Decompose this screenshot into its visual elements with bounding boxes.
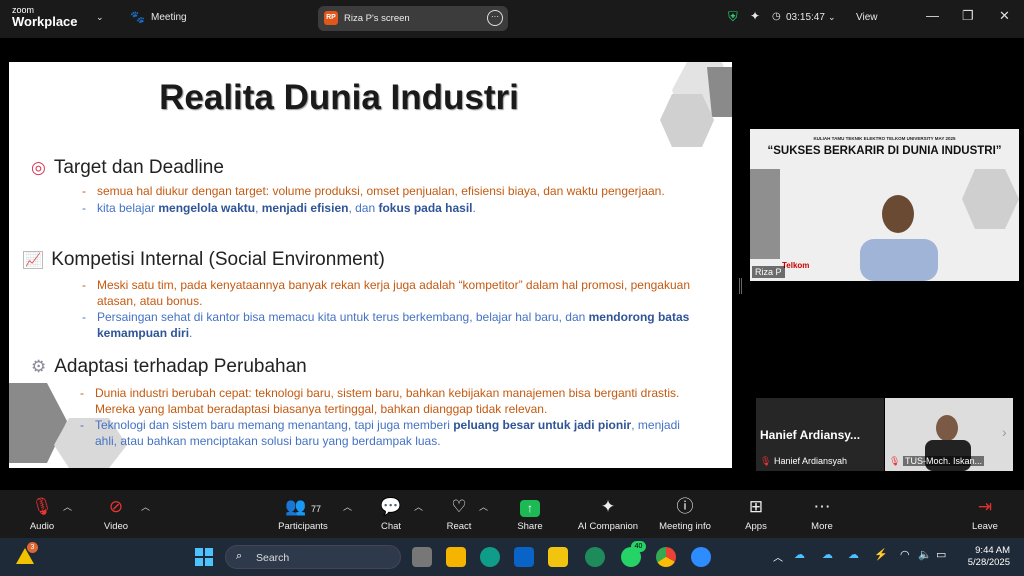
leave-icon: ⇥ bbox=[977, 497, 993, 516]
bullet-text: - Dunia industri berubah cepat: teknologi… bbox=[80, 386, 680, 416]
banner-title: “SUKSES BERKARIR DI DUNIA INDUSTRI” bbox=[767, 145, 1002, 157]
chevron-down-icon[interactable]: ⌄ bbox=[828, 12, 836, 23]
shared-slide: Realita Dunia Industri ◎ Target dan Dead… bbox=[9, 62, 732, 468]
screen-share-indicator[interactable]: RP Riza P's screen ··· bbox=[318, 6, 508, 31]
mic-muted-icon: 🎙 bbox=[760, 456, 772, 466]
participants-icon: 👥 77 bbox=[285, 497, 321, 516]
timer-icon: ◷ bbox=[772, 11, 781, 22]
vpn-icon[interactable]: ⚡ bbox=[874, 548, 888, 561]
task-view-icon[interactable] bbox=[412, 547, 432, 567]
resize-handle[interactable] bbox=[739, 278, 742, 294]
chevron-right-icon[interactable]: › bbox=[1002, 424, 1007, 440]
bullet-text: - Persaingan sehat di kantor bisa memacu … bbox=[82, 310, 690, 340]
sparkle-icon[interactable]: ✦ bbox=[750, 9, 760, 23]
telkom-logo: Telkom bbox=[782, 261, 810, 270]
wifi-icon[interactable]: ◠ bbox=[900, 548, 910, 561]
leave-button[interactable]: ⇥ Leave bbox=[947, 496, 1023, 532]
section-heading: 📈 Kompetisi Internal (Social Environment… bbox=[23, 249, 385, 270]
participant-name: Hanief Ardiansyah bbox=[774, 456, 848, 466]
meeting-toolbar: 🎙 Audio ︿ ⊘ Video ︿ 👥 77 Participants ︿ 💬 Ch… bbox=[0, 490, 1024, 538]
battery-icon[interactable]: ▭ bbox=[936, 548, 946, 561]
title-bar: zoom Workplace ⌄ 🐾 Meeting RP Riza P's s… bbox=[0, 0, 1024, 38]
apps-button[interactable]: ⊞ Apps bbox=[718, 496, 794, 532]
more-icon: ⋯ bbox=[813, 497, 831, 516]
section-heading: ◎ Target dan Deadline bbox=[31, 157, 224, 178]
meeting-info-button[interactable]: ⓘ Meeting info bbox=[647, 496, 723, 532]
participant-name: Riza P bbox=[752, 266, 785, 278]
participants-button[interactable]: 👥 77 Participants bbox=[265, 496, 341, 532]
chevron-up-icon[interactable]: ︿ bbox=[773, 549, 783, 564]
chevron-up-icon[interactable]: ︿ bbox=[343, 500, 352, 513]
more-button[interactable]: ⋯ More bbox=[784, 496, 860, 532]
ai-companion-button[interactable]: ✦ AI Companion bbox=[570, 496, 646, 532]
chevron-up-icon[interactable]: ︿ bbox=[63, 500, 72, 513]
participant-display-name: Hanief Ardiansy... bbox=[760, 428, 861, 442]
avatar: RP bbox=[324, 11, 338, 25]
onedrive-icon[interactable]: ☁ bbox=[822, 548, 833, 561]
search-icon: ⌕ bbox=[236, 550, 243, 562]
bullet-text: - semua hal diukur dengan target: volume … bbox=[82, 184, 665, 198]
target-icon: ◎ bbox=[31, 158, 46, 177]
chevron-up-icon[interactable]: ︿ bbox=[479, 500, 488, 513]
file-explorer-icon[interactable] bbox=[446, 547, 466, 567]
share-icon: ↑ bbox=[492, 496, 568, 518]
bullet-text: - Teknologi dan sistem baru memang menant… bbox=[80, 418, 680, 448]
windows-start-icon[interactable] bbox=[195, 548, 213, 566]
participant-tile[interactable]: 🎙 TUS-Moch. Iskan... bbox=[885, 398, 1013, 471]
shield-icon[interactable]: ⛨ bbox=[728, 9, 738, 25]
outlook-icon[interactable] bbox=[514, 547, 534, 567]
chevron-up-icon[interactable]: ︿ bbox=[141, 500, 150, 513]
minimize-icon[interactable]: — bbox=[926, 8, 939, 23]
close-icon[interactable]: ✕ bbox=[999, 8, 1010, 24]
gear-icon: ⚙ bbox=[31, 357, 47, 376]
system-clock[interactable]: 9:44 AM 5/28/2025 bbox=[968, 545, 1010, 569]
edge-icon[interactable] bbox=[480, 547, 500, 567]
taskbar-search[interactable]: ⌕ Search bbox=[225, 545, 401, 569]
section-heading: ⚙ Adaptasi terhadap Perubahan bbox=[31, 356, 307, 377]
share-button[interactable]: ↑ Share bbox=[492, 496, 568, 532]
chevron-down-icon[interactable]: ⌄ bbox=[96, 12, 104, 23]
windows-taskbar: 3 ⌕ Search 40 ︿ ☁ ☁ ☁ ⚡ ◠ 🔈 ▭ 9:44 AM 5/… bbox=[0, 538, 1024, 576]
chart-icon: 📈 bbox=[23, 251, 44, 269]
paw-icon: 🐾 bbox=[130, 10, 145, 24]
view-menu[interactable]: View bbox=[856, 12, 878, 23]
sticky-notes-icon[interactable] bbox=[548, 547, 568, 567]
whatsapp-badge: 40 bbox=[631, 541, 646, 552]
notification-badge: 3 bbox=[27, 542, 38, 553]
edge-dev-icon[interactable] bbox=[585, 547, 605, 567]
onedrive-icon[interactable]: ☁ bbox=[794, 548, 805, 561]
more-options-icon[interactable]: ··· bbox=[487, 10, 503, 26]
bullet-text: - Meski satu tim, pada kenyataannya banya… bbox=[82, 278, 691, 308]
mic-muted-icon: 🎙 bbox=[889, 456, 901, 466]
speaker-video-tile[interactable]: KULIAH TAMU TEKNIK ELEKTRO TELKOM UNIVER… bbox=[750, 129, 1019, 281]
slide-title: Realita Dunia Industri bbox=[159, 78, 519, 117]
onedrive-icon[interactable]: ☁ bbox=[848, 548, 859, 561]
zoom-icon[interactable] bbox=[691, 547, 711, 567]
share-label: Riza P's screen bbox=[344, 13, 410, 24]
zoom-logo: zoom Workplace bbox=[12, 5, 78, 29]
banner-small: KULIAH TAMU TEKNIK ELEKTRO TELKOM UNIVER… bbox=[813, 136, 956, 141]
meeting-menu[interactable]: Meeting bbox=[151, 12, 187, 23]
meeting-timer: 03:15:47 bbox=[786, 12, 825, 23]
info-icon: ⓘ bbox=[676, 497, 694, 516]
bullet-text: - kita belajar mengelola waktu, menjadi e… bbox=[82, 201, 476, 215]
apps-icon: ⊞ bbox=[748, 497, 764, 516]
chrome-icon[interactable] bbox=[656, 547, 676, 567]
participant-name: TUS-Moch. Iskan... bbox=[903, 456, 985, 466]
restore-icon[interactable]: ❐ bbox=[962, 8, 974, 24]
speaker-icon[interactable]: 🔈 bbox=[918, 548, 932, 561]
participant-tile[interactable]: Hanief Ardiansy... 🎙 Hanief Ardiansyah bbox=[756, 398, 884, 471]
sparkle-icon: ✦ bbox=[600, 497, 616, 516]
